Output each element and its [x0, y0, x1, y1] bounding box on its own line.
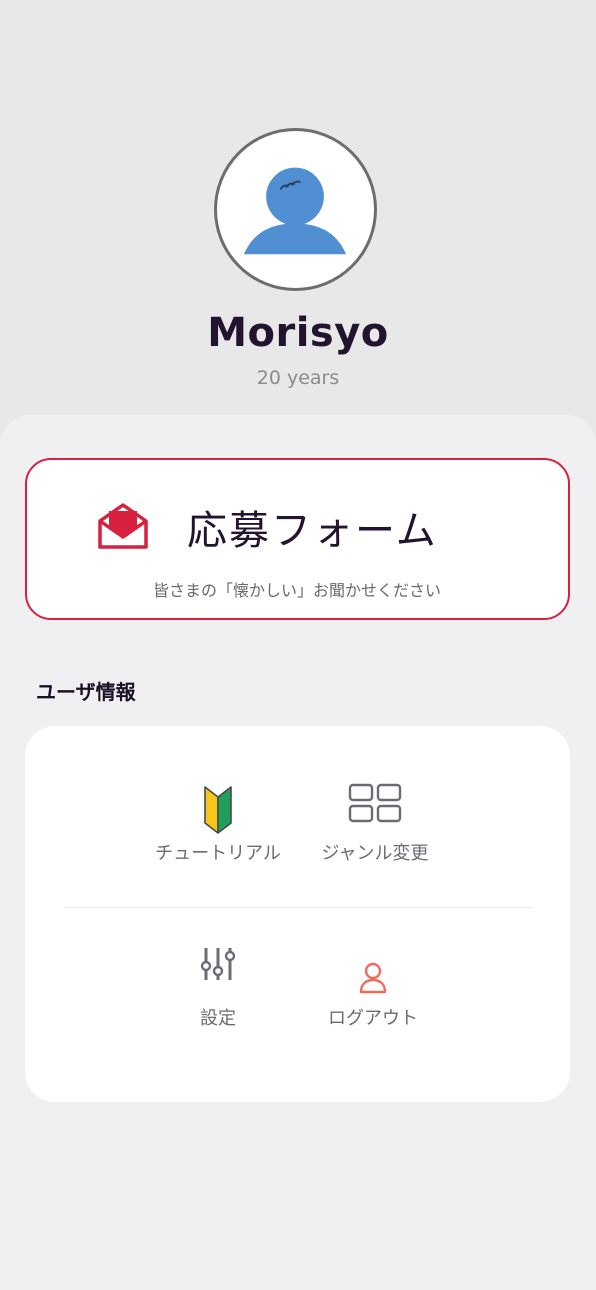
menu-item-label: ジャンル変更	[321, 843, 429, 864]
menu-item-genre-change[interactable]: ジャンル変更	[300, 781, 450, 891]
section-title-user-info: ユーザ情報	[36, 680, 136, 704]
beginner-mark-icon	[204, 786, 232, 834]
menu-item-label: チュートリアル	[155, 843, 281, 864]
menu-item-settings[interactable]: 設定	[143, 946, 293, 1056]
open-envelope-icon	[98, 503, 148, 549]
grid-icon	[348, 783, 402, 823]
divider	[65, 907, 532, 908]
user-name: Morisyo	[207, 310, 389, 356]
avatar[interactable]	[214, 128, 377, 291]
profile-header: Morisyo 20 years	[0, 0, 596, 415]
user-info-menu: チュートリアル ジャンル変更 設定 ログアウト	[25, 726, 570, 1102]
menu-item-logout[interactable]: ログアウト	[298, 946, 448, 1056]
sliders-icon	[200, 948, 236, 980]
menu-item-label: ログアウト	[328, 1008, 418, 1029]
apply-form-title: 応募フォーム	[187, 508, 438, 554]
user-outline-icon	[359, 962, 387, 994]
apply-form-button[interactable]: 応募フォーム 皆さまの「懐かしい」お聞かせください	[25, 458, 570, 620]
user-silhouette-icon	[243, 167, 347, 255]
user-age: 20 years	[256, 367, 340, 389]
menu-item-tutorial[interactable]: チュートリアル	[143, 781, 293, 891]
menu-item-label: 設定	[200, 1008, 236, 1029]
apply-form-subtitle: 皆さまの「懐かしい」お聞かせください	[152, 581, 441, 600]
